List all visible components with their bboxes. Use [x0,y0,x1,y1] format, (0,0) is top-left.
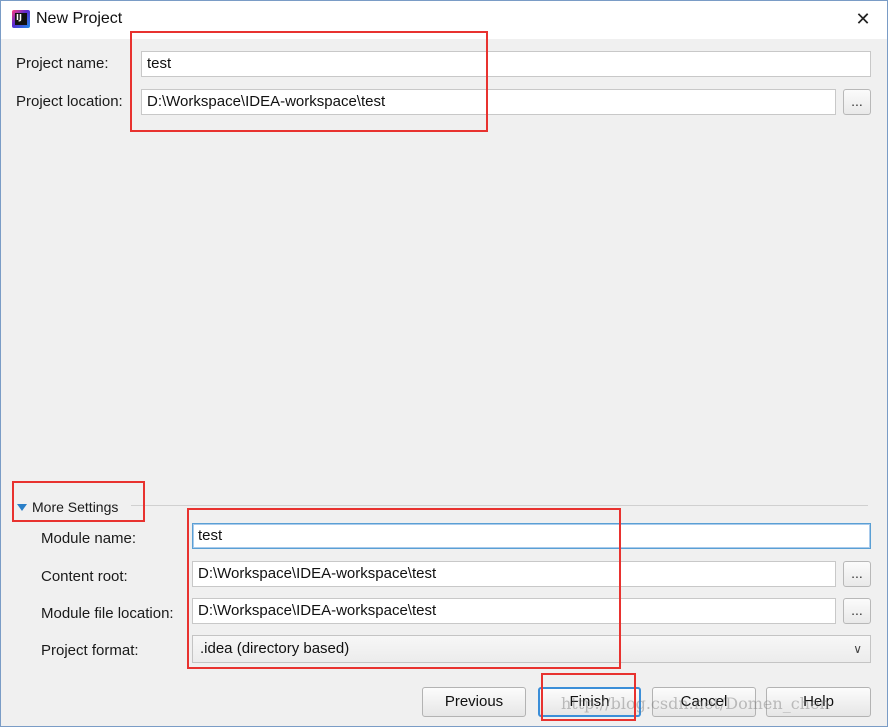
annotation-box-project [130,31,488,132]
more-settings-divider [131,505,868,506]
new-project-dialog: IJ New Project ✕ Project name: test Proj… [0,0,888,727]
project-location-input[interactable]: D:\Workspace\IDEA-workspace\test [141,89,836,115]
content-root-input[interactable]: D:\Workspace\IDEA-workspace\test [192,561,836,587]
intellij-idea-icon: IJ [12,10,30,28]
module-file-location-browse-button[interactable]: ... [843,598,871,624]
content-root-label: Content root: [41,568,128,585]
close-button[interactable]: ✕ [853,7,873,31]
project-location-label: Project location: [16,93,123,110]
project-format-value: .idea (directory based) [200,640,350,657]
expand-triangle-icon [17,504,27,511]
project-name-label: Project name: [16,55,109,72]
previous-button[interactable]: Previous [422,687,526,717]
more-settings-label: More Settings [32,499,119,515]
project-format-label: Project format: [41,642,139,659]
project-format-select[interactable]: .idea (directory based) ∨ [192,635,871,663]
watermark-text: http://blog.csdn.net/Domen_chen [561,694,830,713]
title-bar: IJ New Project ✕ [1,1,887,39]
project-name-input[interactable]: test [141,51,871,77]
content-root-browse-button[interactable]: ... [843,561,871,587]
module-file-location-input[interactable]: D:\Workspace\IDEA-workspace\test [192,598,836,624]
module-file-location-label: Module file location: [41,605,174,622]
module-name-label: Module name: [41,530,137,547]
project-location-browse-button[interactable]: ... [843,89,871,115]
module-name-input[interactable]: test [192,523,871,549]
window-title: New Project [36,10,123,27]
chevron-down-icon: ∨ [853,642,862,656]
